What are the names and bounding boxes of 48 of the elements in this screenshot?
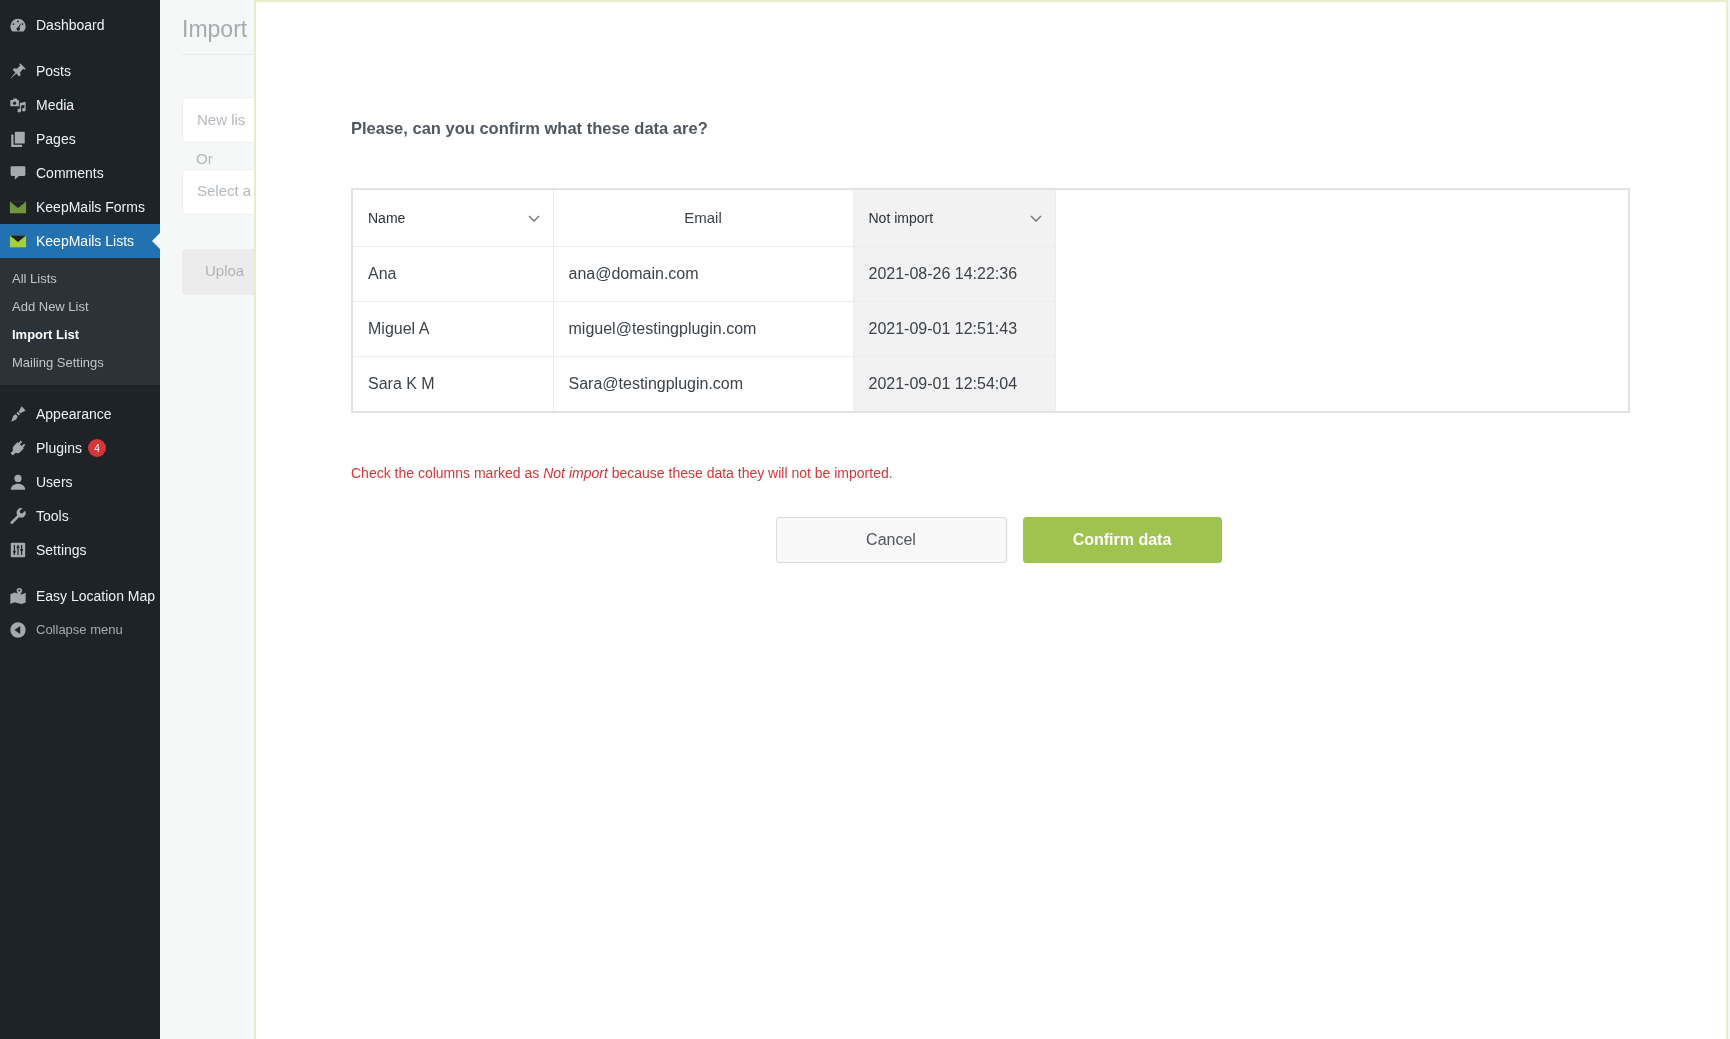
- speech-bubble-icon: [9, 164, 27, 182]
- table-cell: 2021-09-01 12:54:04: [853, 356, 1055, 412]
- collapse-menu-link[interactable]: Collapse menu: [0, 613, 160, 647]
- column-header: Email: [553, 189, 853, 247]
- table-cell: Ana: [352, 246, 553, 302]
- table-cell: miguel@testingplugin.com: [553, 301, 853, 357]
- submenu-item[interactable]: Add New List: [0, 293, 160, 321]
- sidebar-menu-item[interactable]: Posts: [0, 54, 160, 88]
- table-cell: Miguel A: [352, 301, 553, 357]
- sidebar-menu-item[interactable]: Tools: [0, 499, 160, 533]
- sidebar-menu-item[interactable]: KeepMails Lists: [0, 224, 160, 258]
- sidebar-menu-item[interactable]: Dashboard: [0, 8, 160, 42]
- pages-icon: [9, 130, 27, 148]
- paintbrush-icon: [9, 405, 27, 423]
- submenu-item[interactable]: All Lists: [0, 265, 160, 293]
- submenu-item[interactable]: Mailing Settings: [0, 349, 160, 377]
- cancel-button[interactable]: Cancel: [775, 516, 1007, 563]
- sliders-icon: [9, 541, 27, 559]
- submenu-item[interactable]: Import List: [0, 321, 160, 349]
- current-pointer-icon: [152, 233, 160, 249]
- chevron-down-icon: [527, 214, 540, 222]
- gauge-icon: [9, 16, 27, 34]
- left-arrow-circle-icon: [9, 621, 27, 639]
- sidebar-menu-item[interactable]: Plugins 4: [0, 431, 160, 465]
- pushpin-icon: [9, 62, 27, 80]
- warning-message: Check the columns marked as Not import because these data they will not be imported.: [351, 463, 894, 483]
- user-icon: [9, 473, 27, 491]
- list-name-field[interactable]: New lis: [182, 96, 254, 143]
- sidebar-menu-item[interactable]: Settings: [0, 533, 160, 567]
- sidebar-menu-item[interactable]: KeepMails Forms: [0, 190, 160, 224]
- update-count-badge: 4: [87, 439, 106, 457]
- camera-music-icon: [9, 96, 27, 114]
- table-cell: 2021-09-01 12:51:43: [853, 301, 1055, 357]
- sidebar-menu-item[interactable]: Users: [0, 465, 160, 499]
- sidebar-menu-item[interactable]: Comments: [0, 156, 160, 190]
- map-pin-icon: [9, 587, 27, 605]
- plug-icon: [9, 439, 27, 457]
- table-cell: ana@domain.com: [553, 246, 853, 302]
- chevron-down-icon: [1029, 214, 1042, 222]
- wrench-icon: [9, 507, 27, 525]
- table-cell: 2021-08-26 14:22:36: [853, 246, 1055, 302]
- dialog-question: Please, can you confirm what these data are?: [351, 118, 709, 139]
- column-type-select[interactable]: Name: [353, 190, 553, 246]
- sidebar-menu-item[interactable]: Media: [0, 88, 160, 122]
- sidebar-menu-item[interactable]: Pages: [0, 122, 160, 156]
- sidebar-menu-item[interactable]: Appearance: [0, 397, 160, 431]
- sidebar-menu-item[interactable]: Easy Location Map: [0, 579, 160, 613]
- or-label: Or: [196, 149, 213, 167]
